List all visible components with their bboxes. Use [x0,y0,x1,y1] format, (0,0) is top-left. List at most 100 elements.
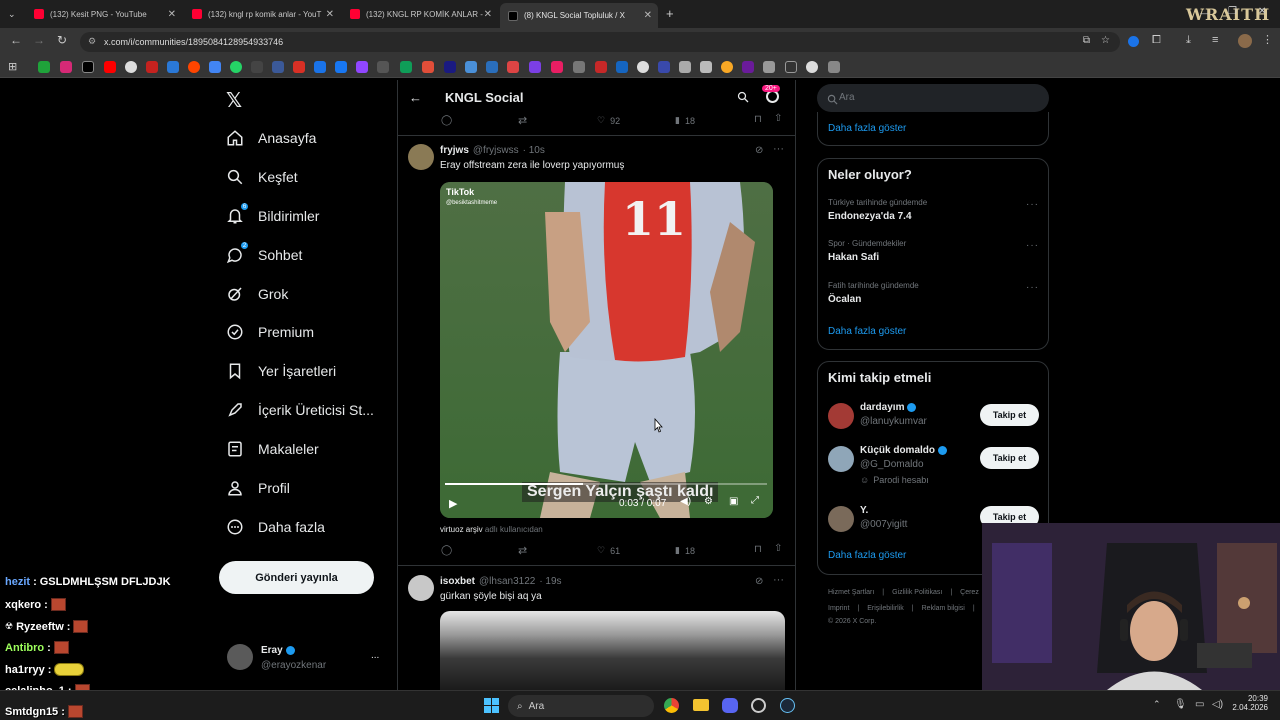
more-icon[interactable]: ··· [1026,240,1039,251]
minimize-icon[interactable]: — [1200,8,1209,18]
play-icon[interactable]: ▶ [449,497,457,510]
close-icon[interactable]: ✕ [168,9,176,20]
bookmark-icon[interactable] [658,61,670,73]
extension-icon[interactable] [1128,36,1139,47]
site-info-icon[interactable]: ⚙ [88,36,96,47]
nav-articles[interactable]: Makaleler [226,438,319,460]
post-button[interactable]: Gönderi yayınla [219,561,374,594]
bookmark-icon[interactable] [806,61,818,73]
pip-icon[interactable]: ▣ [729,496,738,507]
follow-user[interactable]: dardayım [860,402,917,413]
nav-grok[interactable]: Grok [226,283,288,305]
views-button[interactable]: ▮ 18 [675,115,695,126]
video-player[interactable]: 11 TikTok @besiktashitmeme Sergen Yalçın… [440,182,773,518]
bookmark-icon[interactable] [721,61,733,73]
reply-icon[interactable]: ◯ [441,545,452,556]
microphone-icon[interactable]: 🎙 [1174,699,1187,710]
bookmark-icon[interactable] [637,61,649,73]
facebook-icon[interactable] [335,61,347,73]
account-switcher[interactable]: Eray [261,645,295,656]
tweet-handle[interactable]: @lhsan3122 [479,576,535,587]
close-icon[interactable]: ✕ [644,10,652,21]
nav-bookmarks[interactable]: Yer İşaretleri [226,360,336,382]
show-more-link[interactable]: Daha fazla göster [828,326,906,337]
window-close-icon[interactable]: ✕ [1258,6,1266,17]
video-attribution[interactable]: virtuoz arşiv adlı kullanıcıdan [440,525,543,534]
more-icon[interactable]: ··· [773,143,784,155]
tray-chevron-icon[interactable]: ⌃ [1153,699,1161,710]
bookmark-icon[interactable] [507,61,519,73]
footer-link[interactable]: Imprint [828,605,849,612]
new-tab-icon[interactable]: + [666,6,674,21]
views-button[interactable]: ▮ 18 [675,545,695,556]
tab-youtube-3[interactable]: (132) KNGL RP KOMİK ANLAR - ✕ [342,3,498,25]
footer-link[interactable]: Hizmet Şartları [828,589,874,596]
windows-start-icon[interactable] [484,698,499,713]
close-icon[interactable]: ✕ [326,9,334,20]
bookmark-icon[interactable] [573,61,585,73]
nav-explore[interactable]: Keşfet [226,166,298,188]
more-icon[interactable]: ··· [1026,282,1039,293]
show-more-link[interactable]: Daha fazla göster [828,550,906,561]
instagram-icon[interactable] [60,61,72,73]
search-input[interactable]: Ara [817,84,1049,112]
google-icon[interactable] [125,61,137,73]
steam-icon[interactable] [780,698,795,713]
more-icon[interactable]: ··· [1026,199,1039,210]
follow-button[interactable]: Takip et [980,404,1039,426]
bookmark-icon[interactable] [551,61,563,73]
like-button[interactable]: ♡ 61 [597,545,620,556]
bookmark-icon[interactable] [293,61,305,73]
nav-chat[interactable]: 2 Sohbet [226,241,302,266]
bookmark-icon[interactable] [377,61,389,73]
volume-icon[interactable]: ◁) [1212,699,1223,710]
twitch-icon[interactable] [356,61,368,73]
avatar[interactable] [828,506,854,532]
media-control-icon[interactable]: ≡ [1212,34,1218,46]
trend-name[interactable]: Hakan Safi [828,252,879,263]
follow-user[interactable]: Küçük domaldo [860,445,948,456]
tab-youtube-1[interactable]: (132) Kesit PNG - YouTube ✕ [26,3,182,25]
tweet-username[interactable]: isoxbet [440,576,475,587]
bookmark-icon[interactable] [679,61,691,73]
volume-icon[interactable]: ◀) [680,496,691,507]
menu-icon[interactable]: ⋮ [1262,33,1273,46]
bookmark-icon[interactable] [167,61,179,73]
file-explorer-icon[interactable] [693,699,709,711]
footer-link[interactable]: Reklam bilgisi [922,605,965,612]
avatar[interactable] [408,575,434,601]
bookmark-icon[interactable] [422,61,434,73]
tab-youtube-2[interactable]: (132) kngl rp komik anlar - YouT ✕ [184,3,340,25]
nav-home[interactable]: Anasayfa [226,127,316,149]
tweet-time[interactable]: · 10s [523,145,545,156]
x-logo-icon[interactable]: 𝕏 [226,88,242,113]
bookmark-star-icon[interactable]: ☆ [1101,35,1110,46]
cast-icon[interactable]: ⧉ [1083,35,1090,46]
settings-icon[interactable]: ⚙ [704,496,713,507]
network-icon[interactable]: ▭ [1195,699,1204,710]
bookmark-icon[interactable] [700,61,712,73]
reply-icon[interactable]: ◯ [441,115,452,126]
trend-name[interactable]: Öcalan [828,294,861,305]
account-more-icon[interactable]: ... [371,650,379,661]
bookmark-icon[interactable] [828,61,840,73]
tweet-time[interactable]: · 19s [539,576,561,587]
forward-icon[interactable]: → [33,33,45,47]
reload-icon[interactable]: ↻ [57,33,67,47]
puzzle-icon[interactable]: ⧠ [1152,34,1161,47]
x-icon[interactable] [82,61,94,73]
bookmark-icon[interactable] [465,61,477,73]
address-bar[interactable]: ⚙ x.com/i/communities/189508412895493374… [80,32,1120,52]
bookmark-icon[interactable] [314,61,326,73]
search-icon[interactable] [737,90,749,108]
reddit-icon[interactable] [188,61,200,73]
share-icon[interactable]: ⇧ [774,543,782,554]
youtube-icon[interactable] [104,61,116,73]
tweet-image[interactable] [440,611,785,690]
close-icon[interactable]: ✕ [484,9,492,20]
bookmark-icon[interactable] [595,61,607,73]
bookmark-icon[interactable] [486,61,498,73]
nav-more[interactable]: Daha fazla [226,516,325,538]
avatar[interactable] [227,644,253,670]
retweet-icon[interactable]: ⇄ [518,544,527,557]
